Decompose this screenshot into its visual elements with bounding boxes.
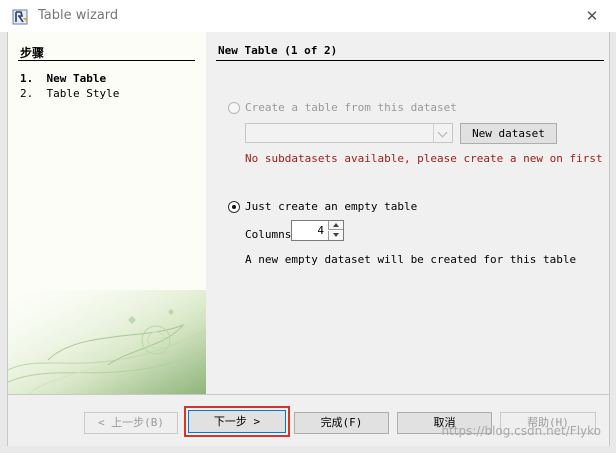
decorative-swirl-image bbox=[8, 290, 206, 394]
step-new-table: 1. New Table bbox=[20, 72, 107, 85]
page-title-divider bbox=[216, 60, 604, 61]
steps-panel: 步骤 1. New Table 2. Table Style bbox=[8, 32, 206, 394]
radio-create-from-dataset[interactable] bbox=[228, 102, 240, 114]
steps-divider bbox=[18, 60, 195, 61]
window-border-bottom bbox=[0, 446, 616, 453]
close-button[interactable]: ✕ bbox=[578, 4, 606, 28]
content-panel: New Table (1 of 2) Create a table from t… bbox=[206, 32, 609, 394]
decrement-icon[interactable] bbox=[328, 231, 343, 240]
increment-icon[interactable] bbox=[328, 221, 343, 230]
step-table-style: 2. Table Style bbox=[20, 87, 120, 100]
info-message: A new empty dataset will be created for … bbox=[245, 253, 577, 266]
dataset-select[interactable] bbox=[245, 123, 453, 143]
radio-empty-table-label: Just create an empty table bbox=[245, 200, 418, 213]
app-icon bbox=[12, 9, 28, 25]
window-border-right bbox=[609, 32, 616, 453]
columns-stepper[interactable]: 4 bbox=[291, 220, 344, 241]
error-message: No subdatasets available, please create … bbox=[245, 152, 603, 165]
window-border-left bbox=[0, 32, 8, 453]
next-button[interactable]: 下一步 > bbox=[188, 410, 286, 433]
watermark: https://blog.csdn.net/Flyko bbox=[441, 424, 601, 438]
back-button[interactable]: < 上一步(B) bbox=[84, 412, 178, 434]
new-dataset-button[interactable]: New dataset bbox=[460, 123, 557, 144]
finish-button[interactable]: 完成(F) bbox=[294, 412, 389, 434]
title-bar: Table wizard ✕ bbox=[0, 0, 616, 32]
radio-empty-table[interactable] bbox=[228, 201, 240, 213]
button-bar: < 上一步(B) 下一步 > 完成(F) 取消 帮助(H) https://bl… bbox=[8, 394, 609, 446]
page-title: New Table (1 of 2) bbox=[218, 44, 338, 57]
columns-label: Columns bbox=[245, 228, 292, 241]
steps-header: 步骤 bbox=[20, 46, 45, 60]
radio-create-from-dataset-label: Create a table from this dataset bbox=[245, 101, 457, 114]
chevron-down-icon[interactable] bbox=[433, 124, 452, 142]
radio-selected-dot bbox=[232, 205, 236, 209]
columns-value[interactable]: 4 bbox=[317, 224, 324, 237]
window-title: Table wizard bbox=[38, 8, 119, 23]
